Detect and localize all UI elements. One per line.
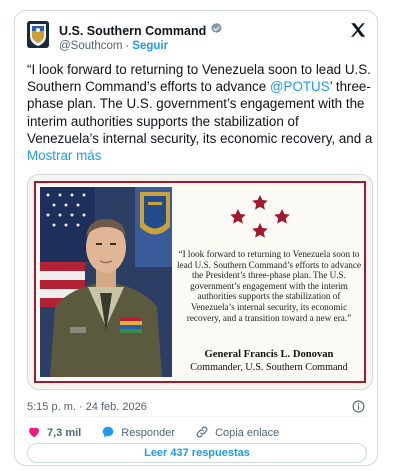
divider bbox=[27, 416, 367, 417]
handle-separator: · bbox=[125, 40, 130, 52]
quote-card-frame: “I look forward to returning to Venezuel… bbox=[34, 181, 366, 383]
info-icon[interactable] bbox=[352, 400, 365, 413]
follow-button[interactable]: Seguir bbox=[132, 40, 168, 52]
account-handle[interactable]: @Southcom bbox=[59, 40, 122, 52]
signature-name: General Francis L. Donovan bbox=[204, 349, 334, 360]
like-count: 7,3 mil bbox=[47, 427, 82, 439]
show-more-link[interactable]: Mostrar más bbox=[27, 148, 101, 163]
southcom-seal-icon[interactable] bbox=[27, 21, 49, 48]
copy-link-button[interactable]: Copia enlace bbox=[195, 425, 279, 442]
reply-label: Responder bbox=[121, 427, 176, 439]
heart-icon bbox=[27, 425, 41, 442]
media-quote-text: “I look forward to returning to Venezuel… bbox=[176, 249, 362, 323]
read-replies-button[interactable]: Leer 437 respuestas bbox=[27, 443, 367, 463]
general-portrait-photo bbox=[40, 187, 172, 377]
general-stars bbox=[226, 193, 296, 243]
mention-potus-link[interactable]: @POTUS bbox=[270, 79, 330, 94]
reply-button[interactable]: Responder bbox=[101, 425, 175, 442]
link-icon bbox=[195, 425, 209, 442]
tweet-media-image[interactable]: “I look forward to returning to Venezuel… bbox=[27, 174, 373, 390]
like-button[interactable]: 7,3 mil bbox=[27, 425, 81, 442]
tweet-card: U.S. Southern Command @Southcom · Seguir “… bbox=[14, 10, 378, 466]
tweet-timestamp[interactable]: 5:15 p. m. · 24 feb. 2026 bbox=[27, 401, 147, 413]
copy-link-label: Copia enlace bbox=[215, 427, 280, 439]
star-icon bbox=[274, 209, 290, 224]
reply-bubble-icon bbox=[101, 425, 115, 442]
star-icon bbox=[252, 195, 268, 210]
tweet-text: “I look forward to returning to Venezuel… bbox=[27, 61, 373, 164]
handle-row: @Southcom · Seguir bbox=[59, 40, 168, 52]
account-name[interactable]: U.S. Southern Command bbox=[59, 24, 206, 38]
star-icon bbox=[230, 209, 246, 224]
action-bar: 7,3 mil Responder Copia enlace bbox=[27, 423, 299, 443]
account-name-row: U.S. Southern Command bbox=[59, 22, 223, 40]
verified-badge-icon bbox=[210, 22, 223, 40]
star-icon bbox=[252, 223, 268, 238]
x-logo-icon[interactable] bbox=[349, 21, 367, 39]
tweet-header: U.S. Southern Command @Southcom · Seguir bbox=[27, 21, 367, 61]
signature-title: Commander, U.S. Southern Command bbox=[190, 362, 348, 373]
